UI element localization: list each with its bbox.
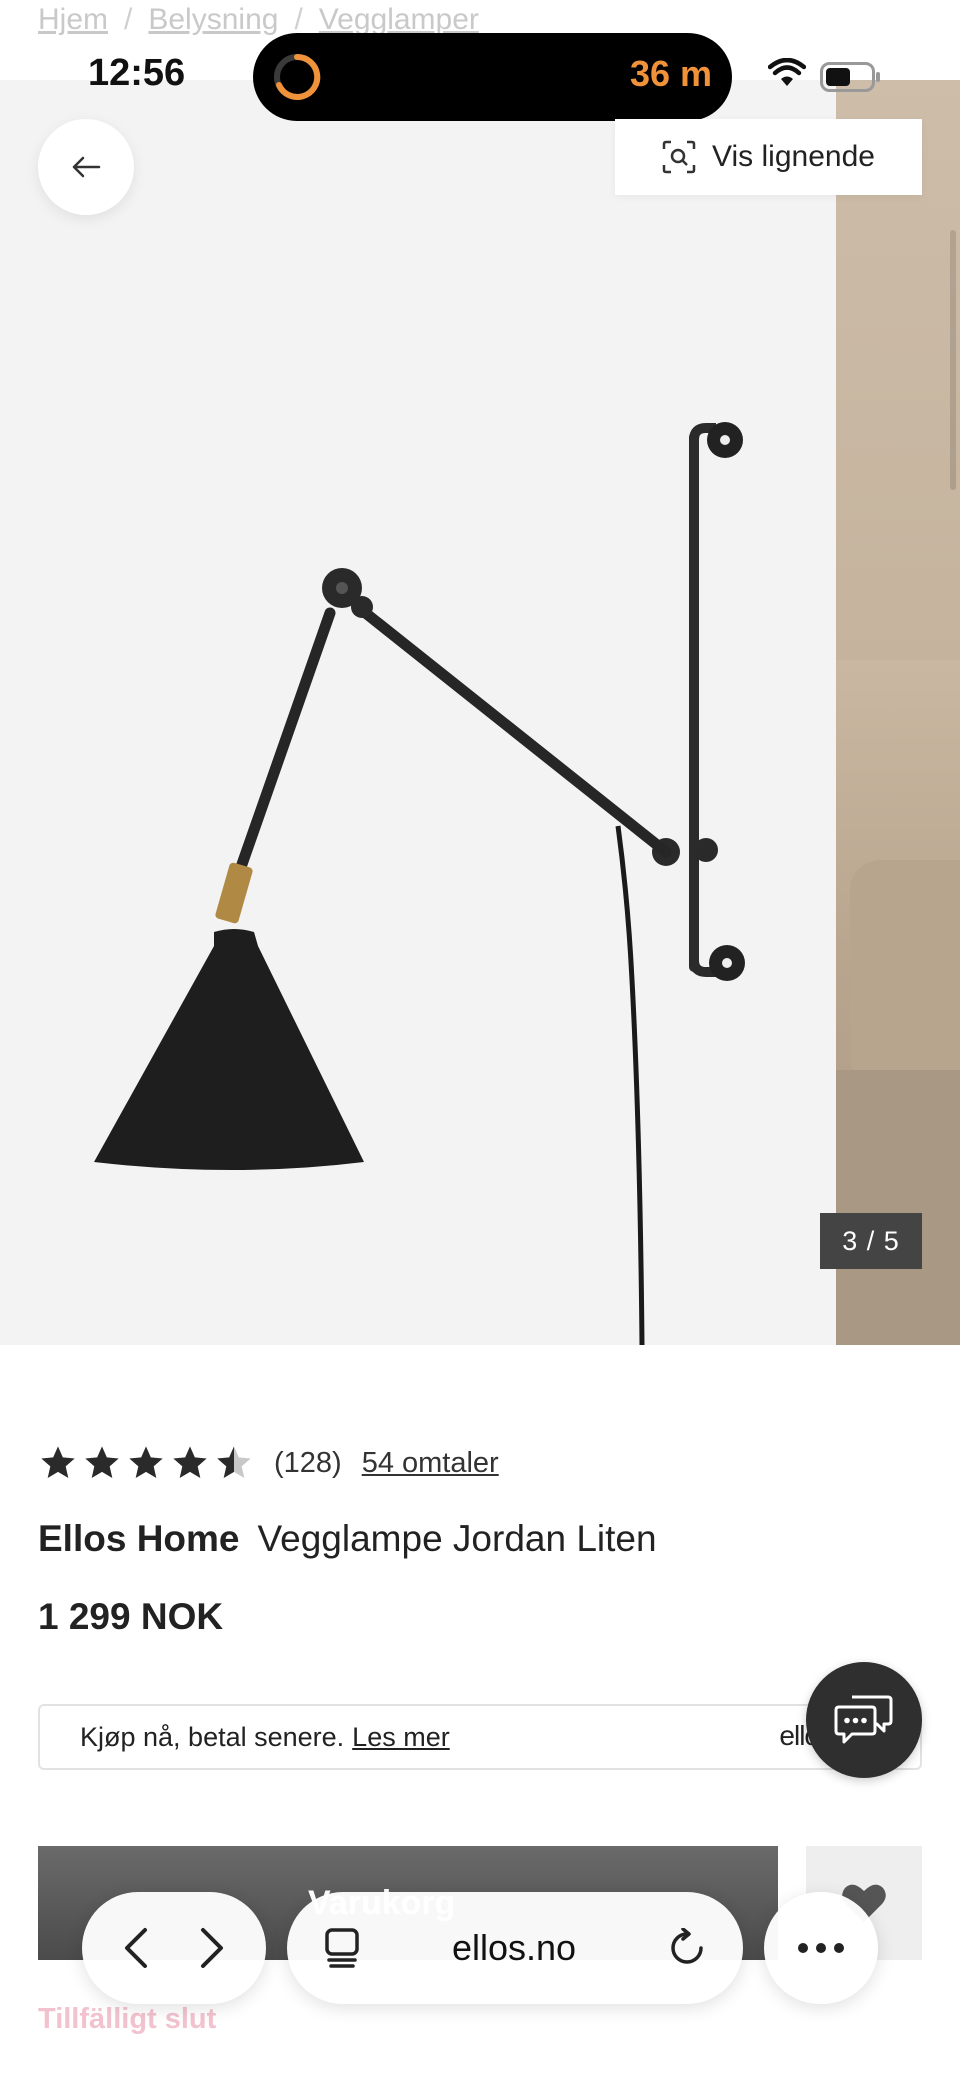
battery-icon xyxy=(820,62,880,92)
browser-nav-pill xyxy=(82,1892,266,2004)
star-icon xyxy=(41,1446,75,1478)
reload-button[interactable] xyxy=(667,1928,707,1968)
visual-search-icon xyxy=(662,140,696,174)
more-button[interactable] xyxy=(764,1892,878,2004)
dynamic-island: 36 m xyxy=(253,33,732,121)
arrow-left-icon xyxy=(72,156,101,178)
breadcrumb-wall-lamps[interactable]: Vegglamper xyxy=(319,3,479,37)
star-icon xyxy=(129,1446,163,1478)
half-star-icon xyxy=(217,1446,251,1478)
rating-count: (128) xyxy=(274,1446,342,1479)
breadcrumb-separator: / xyxy=(124,3,133,36)
back-button[interactable] xyxy=(38,119,134,215)
chat-icon xyxy=(834,1695,893,1744)
chevron-left-icon xyxy=(125,1928,147,1968)
pay-later-link[interactable]: Les mer xyxy=(352,1722,450,1753)
browser-back-button[interactable] xyxy=(123,1927,149,1969)
product-image-wall-lamp xyxy=(94,422,745,1345)
product-name: Vegglampe Jordan Liten xyxy=(257,1518,657,1559)
chat-button[interactable] xyxy=(806,1662,922,1778)
reviews-link[interactable]: 54 omtaler xyxy=(362,1447,499,1480)
next-image-peek[interactable] xyxy=(836,80,960,1345)
status-time: 12:56 xyxy=(88,52,186,94)
visual-search-button[interactable]: Vis lignende xyxy=(615,119,922,195)
product-price: 1 299 NOK xyxy=(38,1596,224,1637)
browser-forward-button[interactable] xyxy=(199,1927,225,1969)
product-image-slide[interactable] xyxy=(0,80,836,1345)
timer-ring-icon xyxy=(274,53,321,100)
tabs-button[interactable] xyxy=(323,1928,361,1968)
star-icon xyxy=(173,1446,207,1478)
pay-later-text: Kjøp nå, betal senere. xyxy=(80,1721,345,1752)
address-text[interactable]: ellos.no xyxy=(452,1927,576,1969)
tabs-icon xyxy=(325,1928,359,1968)
pay-later-banner: Kjøp nå, betal senere. Les mer ellos xyxy=(38,1704,922,1770)
scroll-indicator xyxy=(950,230,956,490)
star-rating xyxy=(38,1443,254,1483)
stock-status: Tillfälligt slut xyxy=(38,2003,217,2035)
more-icon xyxy=(798,1943,844,1953)
address-bar[interactable]: ellos.no xyxy=(287,1892,743,2004)
rating-row: (128) 54 omtaler xyxy=(38,1437,499,1489)
product-title: Ellos Home Vegglampe Jordan Liten xyxy=(38,1518,657,1560)
pillow-image xyxy=(850,860,960,1080)
star-icon xyxy=(85,1446,119,1478)
chevron-right-icon xyxy=(201,1928,223,1968)
timer-text: 36 m xyxy=(629,53,712,94)
wifi-icon xyxy=(768,58,806,86)
breadcrumb-home[interactable]: Hjem xyxy=(38,3,108,37)
product-image-gallery[interactable] xyxy=(0,80,960,1345)
product-brand[interactable]: Ellos Home xyxy=(38,1518,240,1559)
bed-image xyxy=(836,1070,960,1345)
breadcrumb-lighting[interactable]: Belysning xyxy=(148,3,278,37)
reload-icon xyxy=(671,1928,703,1964)
breadcrumb-separator: / xyxy=(294,3,303,36)
visual-search-label: Vis lignende xyxy=(712,140,875,173)
image-counter: 3 / 5 xyxy=(820,1213,922,1269)
